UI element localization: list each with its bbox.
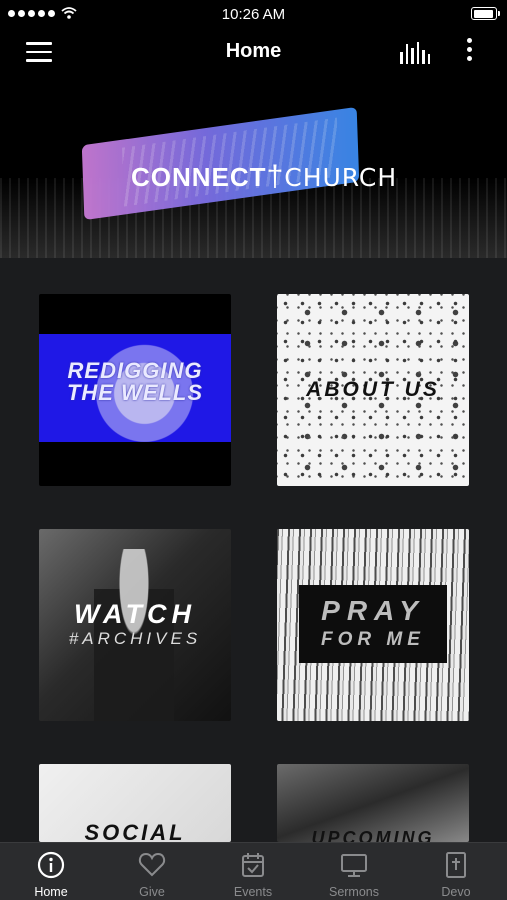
nav-bar: Home xyxy=(0,28,507,76)
redigging-line1: REDIGGING xyxy=(67,358,203,383)
tab-devo-label: Devo xyxy=(441,885,471,899)
tile-about-us[interactable]: ABOUT US xyxy=(277,294,469,486)
social-label: SOCIAL xyxy=(84,820,186,842)
status-time: 10:26 AM xyxy=(221,5,286,23)
tile-upcoming[interactable]: UPCOMING xyxy=(277,764,469,842)
redigging-label: REDIGGING THE WELLS xyxy=(39,360,231,404)
pray-label-box: PRAY FOR ME xyxy=(299,585,447,663)
hero-banner: CONNECT†CHURCH xyxy=(0,76,507,258)
redigging-line2: THE WELLS xyxy=(66,380,204,405)
page-title: Home xyxy=(225,40,282,62)
tab-bar: Home Give Events Sermons Devo xyxy=(0,842,507,900)
watch-label: WATCH xyxy=(74,599,196,629)
pray-label: PRAY xyxy=(321,595,425,626)
heart-icon xyxy=(138,852,166,877)
tile-pray-for-me[interactable]: PRAY FOR ME xyxy=(277,529,469,721)
more-options-icon[interactable] xyxy=(463,38,475,66)
tab-events-label: Events xyxy=(233,885,273,899)
church-logo: CONNECT†CHURCH xyxy=(131,160,397,194)
signal-icon xyxy=(8,9,55,17)
wifi-icon xyxy=(61,7,77,19)
tile-watch-archives[interactable]: WATCH #ARCHIVES xyxy=(39,529,231,721)
tab-home-label: Home xyxy=(34,885,68,899)
battery-icon xyxy=(471,7,500,20)
tab-devo[interactable]: Devo xyxy=(416,843,496,900)
tab-events[interactable]: Events xyxy=(213,843,293,900)
calendar-check-icon xyxy=(242,853,264,877)
upcoming-label: UPCOMING xyxy=(311,828,435,842)
bible-cross-icon xyxy=(446,852,466,878)
tab-sermons-label: Sermons xyxy=(328,885,380,899)
logo-light-text: CHURCH xyxy=(284,163,398,192)
status-bar: 10:26 AM xyxy=(0,0,507,28)
tab-give-label: Give xyxy=(139,885,165,899)
tile-social[interactable]: SOCIAL xyxy=(39,764,231,842)
info-circle-icon xyxy=(37,851,65,879)
tab-home[interactable]: Home xyxy=(11,843,91,900)
monitor-icon xyxy=(341,854,367,877)
about-us-label: ABOUT US xyxy=(306,378,440,401)
for-me-label: FOR ME xyxy=(321,629,425,650)
archives-label: #ARCHIVES xyxy=(68,629,202,648)
tile-redigging-the-wells[interactable]: REDIGGING THE WELLS xyxy=(39,294,231,486)
tab-give[interactable]: Give xyxy=(112,843,192,900)
tab-sermons[interactable]: Sermons xyxy=(314,843,394,900)
audio-bars-icon[interactable] xyxy=(400,40,430,64)
signal-wifi-group xyxy=(8,7,77,19)
logo-bold-text: CONNECT xyxy=(131,162,267,192)
cross-glyph: † xyxy=(266,160,285,193)
